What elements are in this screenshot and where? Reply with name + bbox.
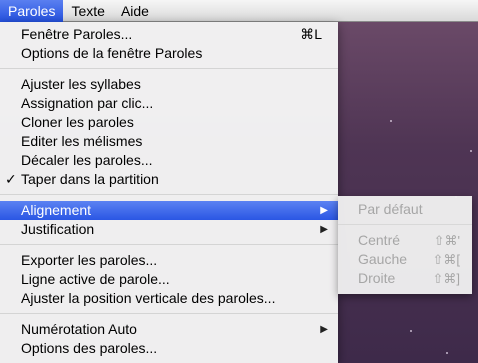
- submenu-arrow-icon: ▶: [320, 324, 328, 335]
- menu-item-label: Ajuster la position verticale des parole…: [21, 290, 276, 306]
- submenu-item-shortcut: ⇧⌘]: [432, 271, 460, 286]
- submenu-item-shortcut: ⇧⌘[: [432, 252, 460, 267]
- menu-item-options-paroles[interactable]: Options des paroles...: [0, 339, 338, 358]
- submenu-item-label: Par défaut: [358, 201, 423, 217]
- menu-item-label: Assignation par clic...: [21, 95, 154, 111]
- menu-item-cloner-paroles[interactable]: Cloner les paroles: [0, 113, 338, 132]
- menu-item-label: Exporter les paroles...: [21, 252, 158, 268]
- submenu-item-par-defaut[interactable]: Par défaut: [338, 200, 472, 219]
- desktop-star: [446, 352, 448, 354]
- menu-item-label: Alignement: [21, 202, 92, 218]
- paroles-menu: Fenêtre Paroles... ⌘L Options de la fenê…: [0, 22, 338, 363]
- submenu-item-label: Gauche: [358, 251, 408, 267]
- menu-item-options-fenetre-paroles[interactable]: Options de la fenêtre Paroles: [0, 44, 338, 63]
- menubar-paroles[interactable]: Paroles: [0, 0, 64, 22]
- desktop-star: [390, 120, 392, 122]
- menubar: Paroles Texte Aide: [0, 0, 478, 22]
- submenu-item-label: Droite: [358, 270, 396, 286]
- menu-item-assignation-clic[interactable]: Assignation par clic...: [0, 94, 338, 113]
- menu-item-label: Numérotation Auto: [21, 321, 137, 337]
- menubar-aide[interactable]: Aide: [113, 0, 157, 22]
- menu-item-decaler-paroles[interactable]: Décaler les paroles...: [0, 151, 338, 170]
- submenu-arrow-icon: ▶: [320, 205, 328, 216]
- menu-separator: [0, 68, 338, 69]
- menu-separator: [0, 194, 338, 195]
- menu-item-label: Cloner les paroles: [21, 114, 134, 130]
- menu-separator: [0, 313, 338, 314]
- menu-item-label: Editer les mélismes: [21, 133, 143, 149]
- menu-separator: [0, 244, 338, 245]
- alignement-submenu: Par défaut Centré ⇧⌘' Gauche ⇧⌘[ Droite …: [338, 196, 472, 294]
- menu-item-ajuster-position-verticale[interactable]: Ajuster la position verticale des parole…: [0, 289, 338, 308]
- menu-item-taper-partition[interactable]: ✓ Taper dans la partition: [0, 170, 338, 189]
- checkmark-icon: ✓: [5, 171, 17, 187]
- submenu-item-droite[interactable]: Droite ⇧⌘]: [338, 269, 472, 288]
- menubar-texte[interactable]: Texte: [63, 0, 112, 22]
- desktop-star: [470, 150, 472, 152]
- menu-item-justification[interactable]: Justification ▶: [0, 220, 338, 239]
- menu-item-editer-melismes[interactable]: Editer les mélismes: [0, 132, 338, 151]
- submenu-separator: [338, 224, 472, 225]
- menu-item-ligne-active[interactable]: Ligne active de parole...: [0, 270, 338, 289]
- menu-item-ajuster-syllabes[interactable]: Ajuster les syllabes: [0, 75, 338, 94]
- menu-item-alignement[interactable]: Alignement ▶: [0, 201, 338, 220]
- menu-item-label: Décaler les paroles...: [21, 152, 153, 168]
- submenu-item-centre[interactable]: Centré ⇧⌘': [338, 231, 472, 250]
- menu-item-label: Ligne active de parole...: [21, 271, 170, 287]
- submenu-arrow-icon: ▶: [320, 224, 328, 235]
- submenu-item-gauche[interactable]: Gauche ⇧⌘[: [338, 250, 472, 269]
- menu-item-label: Justification: [21, 221, 95, 237]
- menu-item-shortcut: ⌘L: [300, 26, 322, 42]
- menu-item-exporter-paroles[interactable]: Exporter les paroles...: [0, 251, 338, 270]
- menu-item-label: Options de la fenêtre Paroles: [21, 45, 203, 61]
- menu-item-fenetre-paroles[interactable]: Fenêtre Paroles... ⌘L: [0, 25, 338, 44]
- submenu-item-shortcut: ⇧⌘': [433, 233, 460, 248]
- menu-item-label: Fenêtre Paroles...: [21, 26, 133, 42]
- menu-item-numerotation-auto[interactable]: Numérotation Auto ▶: [0, 320, 338, 339]
- submenu-item-label: Centré: [358, 232, 401, 248]
- menu-item-label: Ajuster les syllabes: [21, 76, 141, 92]
- menu-item-label: Taper dans la partition: [21, 171, 159, 187]
- menu-item-label: Options des paroles...: [21, 340, 158, 356]
- desktop-star: [410, 330, 412, 332]
